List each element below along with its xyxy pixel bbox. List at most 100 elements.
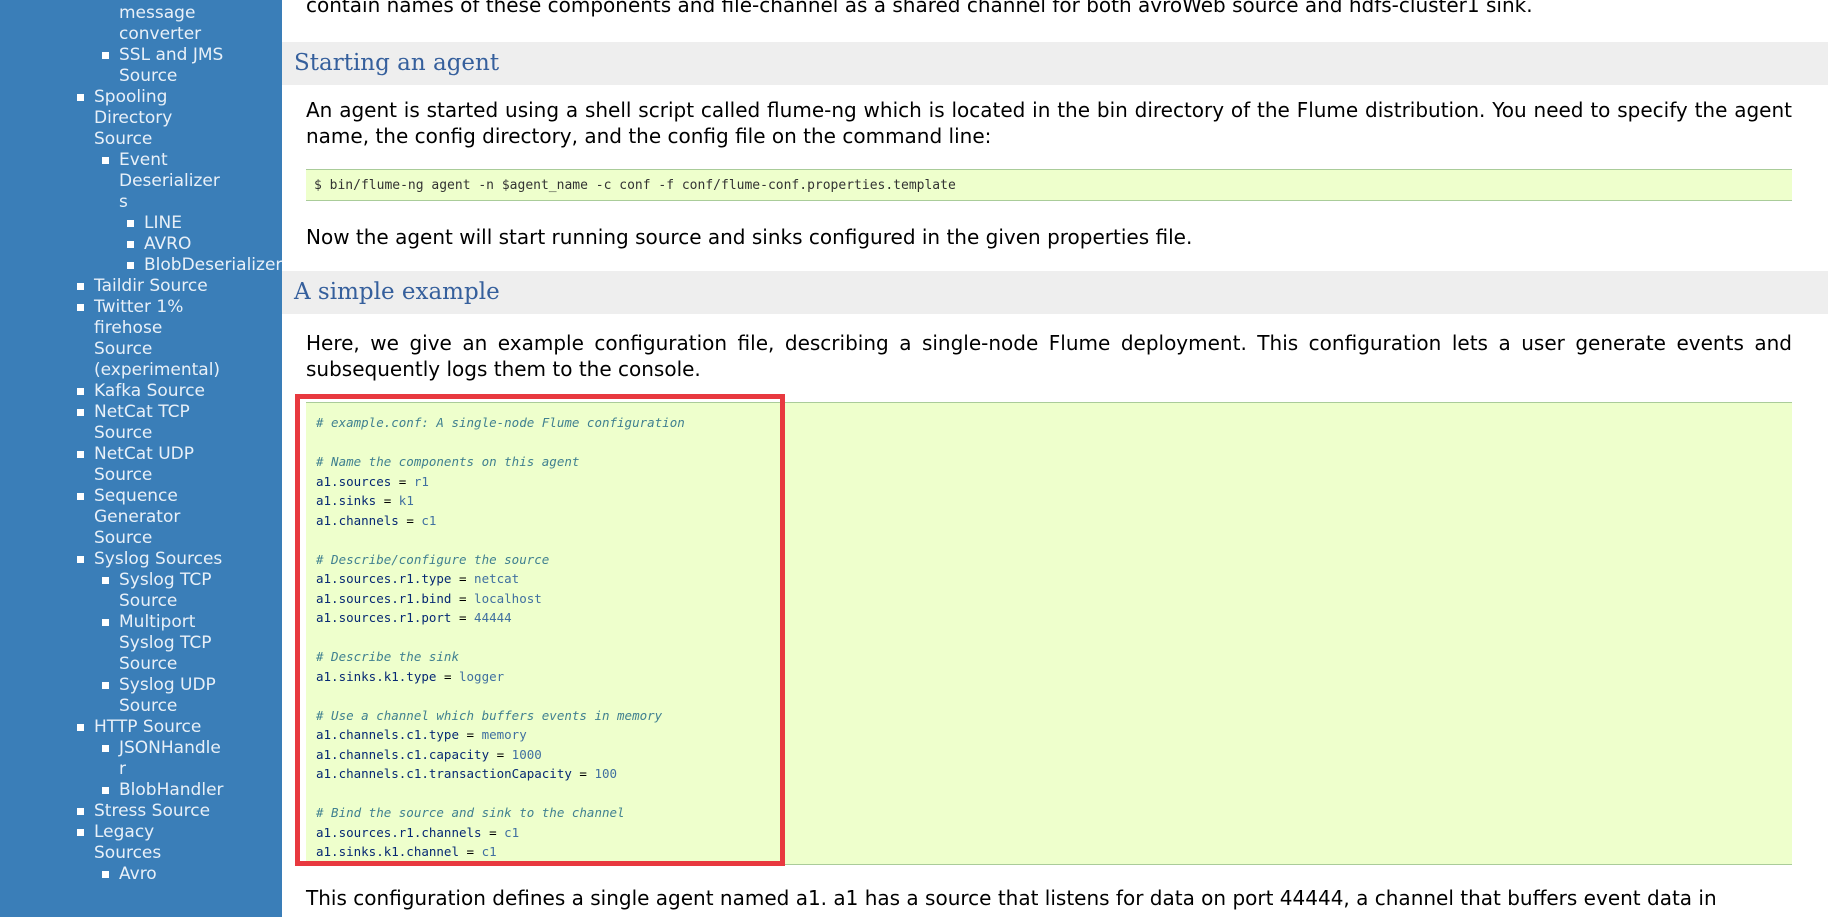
sidebar-item[interactable]: Syslog TCP Source (0, 570, 225, 612)
bullet-icon (102, 871, 109, 878)
code-value: c1 (481, 844, 497, 859)
sidebar-item-label: Avro (119, 864, 157, 884)
bullet-icon (77, 829, 84, 836)
bullet-icon (77, 808, 84, 815)
code-key: a1.channels.c1.transactionCapacity (316, 766, 572, 781)
sidebar-item-label: Sequence Generator Source (94, 486, 181, 548)
code-comment: # Use a channel which buffers events in … (316, 707, 663, 723)
sidebar-item[interactable]: HTTP Source (0, 717, 225, 738)
sidebar-item[interactable]: LINE (0, 213, 282, 234)
code-comment: # Describe/configure the source (316, 551, 550, 567)
sidebar-item-label: BlobDeserializer (144, 255, 282, 275)
bullet-icon (102, 619, 109, 626)
sidebar-item-label: LINE (144, 213, 182, 233)
sidebar-item[interactable]: Twitter 1% firehose Source (experimental… (0, 297, 225, 381)
code-equals: = (451, 610, 475, 625)
code-comment: # Describe the sink (316, 649, 459, 664)
sidebar-item[interactable]: NetCat TCP Source (0, 402, 225, 444)
code-line: # Describe/configure the source (316, 550, 1792, 570)
sidebar-item[interactable]: Syslog Sources (0, 549, 225, 570)
bullet-icon (77, 556, 84, 563)
sidebar-nav: message converter SSL and JMS Source Spool… (0, 0, 282, 917)
sidebar-item-label: NetCat TCP Source (94, 402, 190, 443)
example-config-code: # example.conf: A single-node Flume conf… (306, 403, 1792, 862)
sidebar-item[interactable]: BlobHandler (0, 780, 225, 801)
heading-starting-agent: Starting an agent (294, 50, 500, 76)
sidebar-item[interactable]: NetCat UDP Source (0, 444, 225, 486)
code-line: # Bind the source and sink to the channe… (316, 803, 1792, 823)
sidebar-item-label: AVRO (144, 234, 192, 254)
bullet-icon (77, 724, 84, 731)
bullet-icon (77, 451, 84, 458)
heading-simple-example: A simple example (294, 279, 500, 305)
section-heading-simple-example: A simple example (282, 271, 1828, 314)
simple-example-paragraph: Here, we give an example configuration f… (306, 331, 1792, 381)
sidebar-item[interactable]: Taildir Source (0, 276, 225, 297)
code-key: a1.sources (316, 473, 392, 489)
sidebar-item-label: HTTP Source (94, 717, 202, 737)
sidebar-item[interactable]: Stress Source (0, 801, 225, 822)
code-value: 44444 (474, 610, 512, 625)
sidebar-item-label: Legacy Sources (94, 822, 162, 863)
code-line: a1.sources.r1.bind = localhost (316, 589, 1792, 609)
code-line: # Use a channel which buffers events in … (316, 706, 1792, 726)
code-line: a1.channels.c1.type = memory (316, 725, 1792, 745)
code-line: a1.sources.r1.port = 44444 (316, 608, 1792, 628)
sidebar-item[interactable]: Spooling Directory Source (0, 87, 225, 150)
sidebar-item[interactable]: SSL and JMS Source (0, 45, 225, 87)
sidebar-item[interactable]: Sequence Generator Source (0, 486, 225, 549)
bullet-icon (77, 94, 84, 101)
sidebar-item-label: message converter (119, 3, 202, 44)
sidebar-item[interactable]: Legacy Sources (0, 822, 225, 864)
sidebar-item[interactable]: Event Deserializers (0, 150, 225, 213)
code-key: a1.sources.r1.channels (316, 824, 482, 840)
bullet-icon (102, 745, 109, 752)
sidebar-item-label: Taildir Source (94, 276, 208, 296)
code-equals: = (376, 493, 399, 508)
sidebar-item[interactable]: JSONHandler (0, 738, 225, 780)
sidebar-item-label: Spooling Directory Source (94, 87, 173, 149)
code-line: # Describe the sink (316, 647, 1792, 667)
starting-agent-paragraph: An agent is started using a shell script… (306, 98, 1792, 148)
sidebar-item[interactable]: Syslog UDP Source (0, 675, 225, 717)
code-value: c1 (504, 824, 520, 840)
code-key: a1.sinks.k1.type (316, 668, 437, 684)
code-line: # example.conf: A single-node Flume conf… (316, 413, 1792, 433)
sidebar-item-label: BlobHandler (119, 780, 224, 800)
sidebar-item-label: Twitter 1% firehose Source (experimental… (94, 297, 221, 380)
bullet-icon (77, 409, 84, 416)
code-equals: = (481, 824, 505, 840)
code-value: netcat (474, 571, 520, 586)
sidebar-item[interactable]: Kafka Source (0, 381, 225, 402)
code-line: a1.sinks.k1.type = logger (316, 667, 1792, 687)
sidebar-item[interactable]: Multiport Syslog TCP Source (0, 612, 225, 675)
sidebar-item-label: Multiport Syslog TCP Source (119, 612, 212, 674)
sidebar-item[interactable]: message converter (0, 3, 225, 45)
sidebar-item[interactable]: AVRO (0, 234, 282, 255)
command-line-block: $ bin/flume-ng agent -n $agent_name -c c… (306, 169, 1792, 201)
sidebar-item[interactable]: BlobDeserializer (0, 255, 282, 276)
code-value: k1 (398, 493, 414, 508)
code-key: a1.sources.r1.port (316, 610, 452, 625)
code-value: c1 (421, 512, 437, 528)
code-equals: = (459, 727, 482, 742)
code-key: a1.sources.r1.type (316, 571, 452, 586)
bullet-icon (77, 493, 84, 500)
code-line: a1.sinks = k1 (316, 491, 1792, 511)
code-value: memory (481, 727, 527, 742)
code-equals: = (436, 668, 459, 684)
config-explanation-paragraph: This configuration defines a single agen… (306, 886, 1717, 910)
code-value: logger (459, 668, 505, 684)
sidebar-item[interactable]: Avro (0, 864, 225, 885)
code-line: a1.channels = c1 (316, 511, 1792, 531)
sidebar-item-label: NetCat UDP Source (94, 444, 194, 485)
code-key: a1.channels.c1.capacity (316, 746, 490, 762)
agent-running-paragraph: Now the agent will start running source … (306, 225, 1193, 249)
code-equals: = (459, 844, 482, 859)
sidebar-item-label: Syslog UDP Source (119, 675, 216, 716)
section-heading-starting-agent: Starting an agent (282, 42, 1828, 85)
bullet-icon (102, 682, 109, 689)
sidebar-item-label: Syslog TCP Source (119, 570, 212, 611)
